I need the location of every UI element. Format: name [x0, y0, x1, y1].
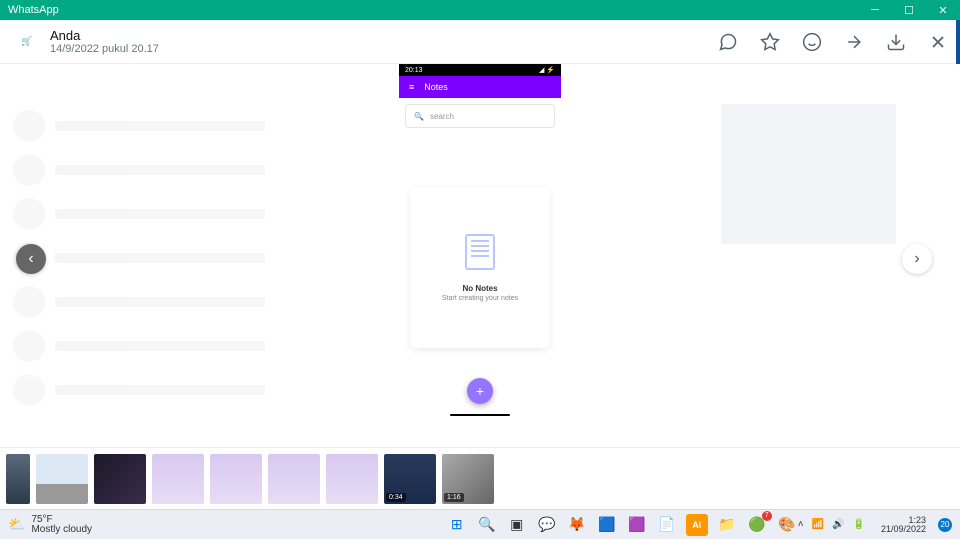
- media-header: 🛒 Anda 14/9/2022 pukul 20.17: [0, 20, 960, 64]
- volume-icon[interactable]: 🔊: [832, 519, 844, 530]
- thumbnail[interactable]: [326, 454, 378, 504]
- media-image-phone-screenshot: 20:13◢ ⚡ ≡ Notes 🔍 search No Notes Start…: [399, 64, 561, 447]
- reply-icon[interactable]: [718, 32, 738, 52]
- thumbnail[interactable]: [210, 454, 262, 504]
- menu-icon: ≡: [409, 82, 414, 92]
- phone-fab: +: [467, 378, 493, 404]
- media-date: 14/9/2022 pukul 20.17: [50, 43, 718, 55]
- search-icon: 🔍: [414, 112, 424, 121]
- thumbnail-strip: 0:34 1:16: [0, 447, 960, 509]
- thumbnail[interactable]: [36, 454, 88, 504]
- thumbnail[interactable]: 1:16: [442, 454, 494, 504]
- ghost-panel: [721, 104, 896, 244]
- weather-cond: Mostly cloudy: [31, 525, 92, 535]
- thumbnail[interactable]: [6, 454, 30, 504]
- taskview-button[interactable]: ▣: [506, 514, 528, 536]
- taskbar-app[interactable]: 🦊: [566, 514, 588, 536]
- notes-icon: [465, 234, 495, 270]
- taskbar-app[interactable]: 🎨: [776, 514, 798, 536]
- prev-media-button[interactable]: ‹: [16, 244, 46, 274]
- wifi-icon[interactable]: 📶: [812, 519, 824, 530]
- taskbar-app[interactable]: 💬: [536, 514, 558, 536]
- phone-empty-card: No Notes Start creating your notes: [410, 188, 550, 348]
- maximize-button[interactable]: ☐: [892, 0, 926, 20]
- weather-temp: 75°F: [31, 515, 92, 525]
- app-name: WhatsApp: [8, 4, 59, 16]
- taskbar-whatsapp[interactable]: 🟢: [746, 514, 768, 536]
- download-icon[interactable]: [886, 32, 906, 52]
- thumbnail[interactable]: [152, 454, 204, 504]
- taskbar-app[interactable]: 📁: [716, 514, 738, 536]
- tray-chevron-icon[interactable]: ˄: [798, 519, 804, 530]
- taskbar-app[interactable]: 🟦: [596, 514, 618, 536]
- phone-home-indicator: [450, 414, 510, 416]
- emoji-icon[interactable]: [802, 32, 822, 52]
- forward-icon[interactable]: [844, 32, 864, 52]
- phone-app-title: Notes: [424, 82, 448, 92]
- phone-search: 🔍 search: [405, 104, 555, 128]
- phone-no-notes: No Notes: [462, 284, 497, 293]
- avatar: 🛒: [12, 33, 42, 51]
- close-icon[interactable]: [928, 32, 948, 52]
- weather-icon: ⛅: [8, 516, 25, 533]
- taskbar-app[interactable]: 📄: [656, 514, 678, 536]
- close-button[interactable]: ✕: [926, 0, 960, 20]
- start-button[interactable]: ⊞: [446, 514, 468, 536]
- search-button[interactable]: 🔍: [476, 514, 498, 536]
- minimize-button[interactable]: ─: [858, 0, 892, 20]
- taskbar-app[interactable]: 🟪: [626, 514, 648, 536]
- contact-name: Anda: [50, 28, 718, 43]
- phone-subtext: Start creating your notes: [442, 295, 518, 302]
- taskbar-app[interactable]: Ai: [686, 514, 708, 536]
- titlebar: WhatsApp ─ ☐ ✕: [0, 0, 960, 20]
- next-media-button[interactable]: ›: [902, 244, 932, 274]
- thumbnail[interactable]: [268, 454, 320, 504]
- system-clock[interactable]: 1:23 21/09/2022: [881, 516, 926, 534]
- windows-taskbar: ⛅ 75°F Mostly cloudy ⊞ 🔍 ▣ 💬 🦊 🟦 🟪 📄 Ai …: [0, 509, 960, 539]
- thumbnail[interactable]: 0:34: [384, 454, 436, 504]
- phone-appbar: ≡ Notes: [399, 76, 561, 98]
- notification-badge[interactable]: 20: [938, 518, 952, 532]
- star-icon[interactable]: [760, 32, 780, 52]
- phone-statusbar: 20:13◢ ⚡: [399, 64, 561, 76]
- media-viewer: ‹ › 20:13◢ ⚡ ≡ Notes 🔍 search No Notes S…: [0, 64, 960, 447]
- phone-search-placeholder: search: [430, 112, 454, 121]
- thumbnail[interactable]: [94, 454, 146, 504]
- battery-icon[interactable]: 🔋: [853, 519, 865, 530]
- weather-widget[interactable]: ⛅ 75°F Mostly cloudy: [8, 515, 446, 535]
